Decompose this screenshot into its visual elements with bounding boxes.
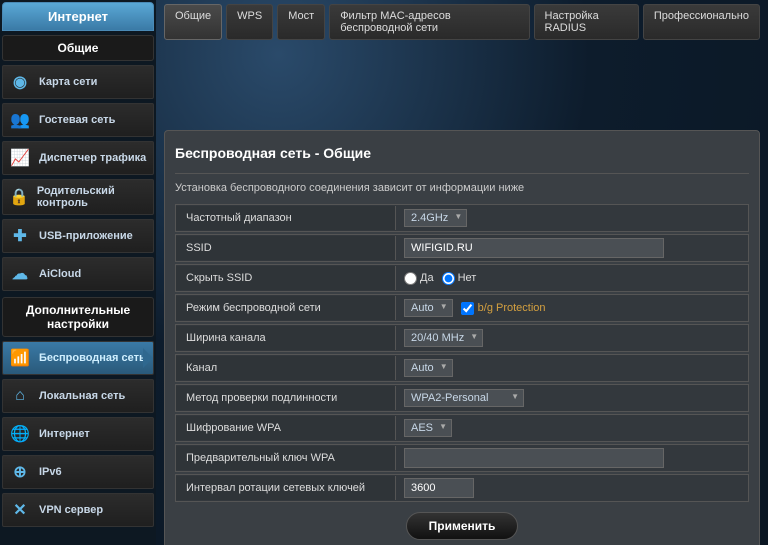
wpa-encryption-label: Шифрование WPA <box>176 416 396 440</box>
network-map-icon: ◉ <box>9 71 31 93</box>
wpa-encryption-select[interactable]: AES <box>404 419 452 437</box>
guest-network-icon: 👥 <box>9 109 31 131</box>
sidebar-item-usb-app[interactable]: ✚ USB-приложение <box>2 219 154 253</box>
rekey-interval-label: Интервал ротации сетевых ключей <box>176 476 396 500</box>
ipv6-icon: ⊕ <box>9 461 31 483</box>
sidebar-item-label: Карта сети <box>39 76 97 88</box>
sidebar-item-label: AiCloud <box>39 268 81 280</box>
channel-width-label: Ширина канала <box>176 326 396 350</box>
channel-width-select[interactable]: 20/40 MHz <box>404 329 483 347</box>
wifi-icon: 📶 <box>9 347 31 369</box>
tab-general[interactable]: Общие <box>164 4 222 40</box>
ssid-label: SSID <box>176 236 396 260</box>
wireless-general-panel: Беспроводная сеть - Общие Установка бесп… <box>164 130 760 545</box>
band-select[interactable]: 2.4GHz <box>404 209 467 227</box>
tab-bridge[interactable]: Мост <box>277 4 325 40</box>
tab-radius[interactable]: Настройка RADIUS <box>534 4 639 40</box>
panel-description: Установка беспроводного соединения завис… <box>175 173 749 204</box>
sidebar-section-advanced: Дополнительные настройки <box>2 297 154 337</box>
auth-method-label: Метод проверки подлинности <box>176 386 396 410</box>
hide-ssid-label: Скрыть SSID <box>176 266 396 290</box>
panel-title: Беспроводная сеть - Общие <box>175 139 749 167</box>
radio-label: Да <box>420 272 434 284</box>
sidebar-item-traffic-manager[interactable]: 📈 Диспетчер трафика <box>2 141 154 175</box>
wpa-psk-input[interactable] <box>404 448 664 468</box>
lan-icon: ⌂ <box>9 385 31 407</box>
hide-ssid-no[interactable]: Нет <box>442 272 477 285</box>
sidebar-item-parental-control[interactable]: 🔒 Родительский контроль <box>2 179 154 215</box>
sidebar-item-label: Гостевая сеть <box>39 114 115 126</box>
cloud-icon: ☁ <box>9 263 31 285</box>
sidebar-item-label: Интернет <box>39 428 90 440</box>
bg-protection-checkbox[interactable]: b/g Protection <box>461 302 546 315</box>
tab-professional[interactable]: Профессионально <box>643 4 760 40</box>
tab-wps[interactable]: WPS <box>226 4 273 40</box>
wireless-mode-select[interactable]: Auto <box>404 299 453 317</box>
usb-icon: ✚ <box>9 225 31 247</box>
sidebar-item-label: USB-приложение <box>39 230 133 242</box>
sidebar-item-label: Беспроводная сеть <box>39 352 146 364</box>
sidebar-item-label: Локальная сеть <box>39 390 125 402</box>
globe-icon: 🌐 <box>9 423 31 445</box>
tab-bar: Общие WPS Мост Фильтр MAC-адресов беспро… <box>164 4 760 40</box>
sidebar-item-vpn[interactable]: ✕ VPN сервер <box>2 493 154 527</box>
band-label: Частотный диапазон <box>176 206 396 230</box>
checkbox-label: b/g Protection <box>478 302 546 314</box>
sidebar-item-wan[interactable]: 🌐 Интернет <box>2 417 154 451</box>
sidebar-item-label: VPN сервер <box>39 504 103 516</box>
lock-icon: 🔒 <box>9 186 29 208</box>
sidebar-item-ipv6[interactable]: ⊕ IPv6 <box>2 455 154 489</box>
sidebar-item-network-map[interactable]: ◉ Карта сети <box>2 65 154 99</box>
sidebar-item-label: Диспетчер трафика <box>39 152 146 164</box>
sidebar-item-guest-network[interactable]: 👥 Гостевая сеть <box>2 103 154 137</box>
vpn-icon: ✕ <box>9 499 31 521</box>
auth-method-select[interactable]: WPA2-Personal <box>404 389 524 407</box>
sidebar-top-internet[interactable]: Интернет <box>2 2 154 31</box>
channel-label: Канал <box>176 356 396 380</box>
hide-ssid-yes[interactable]: Да <box>404 272 434 285</box>
rekey-interval-input[interactable] <box>404 478 474 498</box>
sidebar-item-label: IPv6 <box>39 466 62 478</box>
sidebar-section-general: Общие <box>2 35 154 61</box>
wpa-psk-label: Предварительный ключ WPA <box>176 446 396 470</box>
sidebar-item-aicloud[interactable]: ☁ AiCloud <box>2 257 154 291</box>
sidebar-item-label: Родительский контроль <box>37 185 147 209</box>
traffic-icon: 📈 <box>9 147 31 169</box>
channel-select[interactable]: Auto <box>404 359 453 377</box>
tab-mac-filter[interactable]: Фильтр MAC-адресов беспроводной сети <box>329 4 529 40</box>
radio-label: Нет <box>458 272 477 284</box>
ssid-input[interactable] <box>404 238 664 258</box>
sidebar-item-wireless[interactable]: 📶 Беспроводная сеть <box>2 341 154 375</box>
wireless-mode-label: Режим беспроводной сети <box>176 296 396 320</box>
sidebar-item-lan[interactable]: ⌂ Локальная сеть <box>2 379 154 413</box>
apply-button[interactable]: Применить <box>406 512 519 540</box>
